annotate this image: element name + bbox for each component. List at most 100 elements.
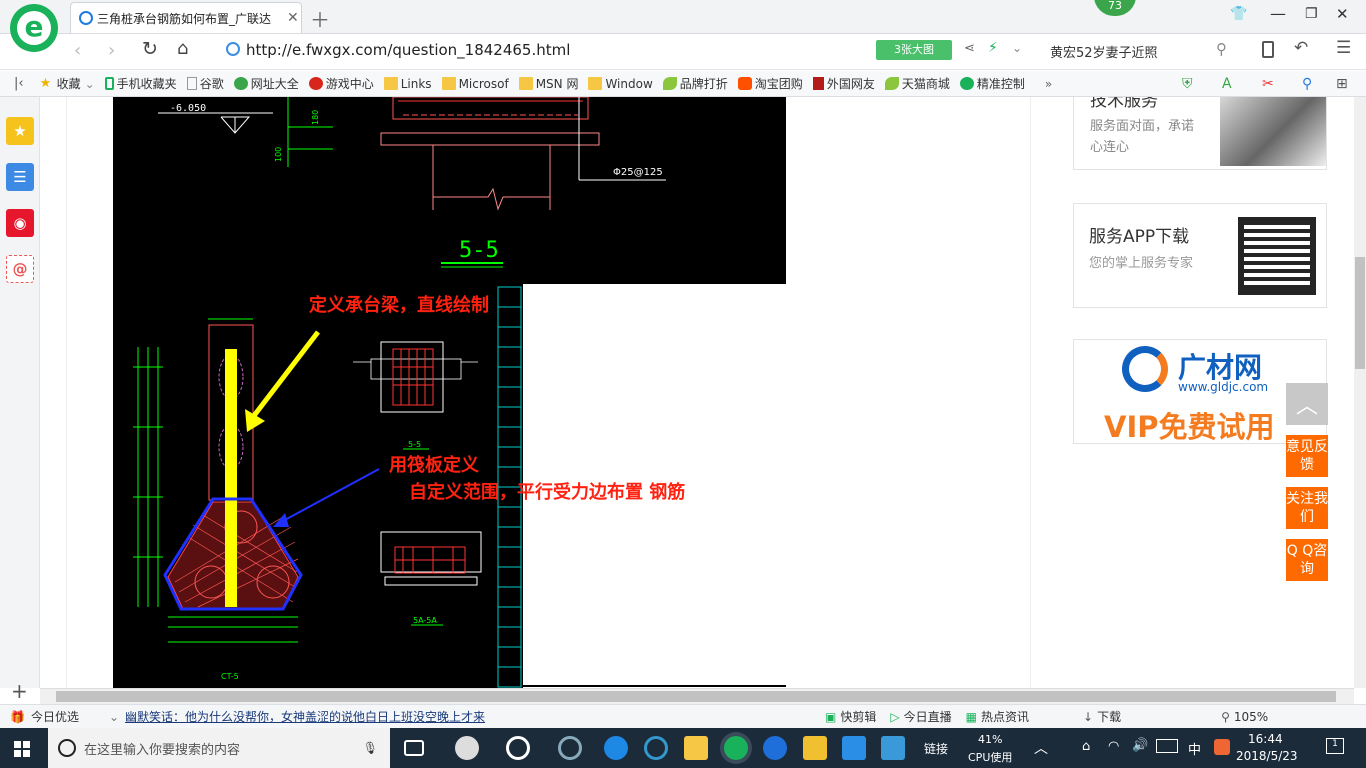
taskbar-search[interactable]: 在这里输入你要搜索的内容 🎙 [48,728,390,768]
search-field[interactable]: 黄宏52岁妻子近照 [1050,42,1210,61]
dimension-label: 100 [274,147,283,162]
mic-icon[interactable]: 🎙 [363,741,378,755]
bookmark-item[interactable]: 淘宝团购 [737,75,803,92]
phone-icon[interactable] [1262,41,1274,58]
scroll-thumb[interactable] [56,691,1336,702]
horizontal-scrollbar[interactable] [40,688,1354,704]
refresh-icon[interactable]: ↻ [142,38,158,60]
tab-close-icon[interactable]: ✕ [287,10,299,26]
maximize-icon[interactable]: ❐ [1305,6,1318,22]
bookmark-item[interactable]: 手机收藏夹 [104,75,177,92]
volume-icon[interactable]: 🔊 [1132,738,1148,753]
internet-explorer-icon[interactable] [644,736,668,760]
edge-icon[interactable] [604,736,628,760]
task-view-icon[interactable] [404,740,424,756]
find-icon[interactable]: ⚲ [1302,76,1312,92]
bookmark-item[interactable]: Links [383,77,432,91]
back-to-top-button[interactable]: ︿ [1286,383,1328,425]
service-card[interactable]: 技术服务 服务面对面，承诺心连心 [1073,97,1327,170]
big-image-button[interactable]: 3张大图 [876,40,952,60]
bookmark-item[interactable]: ★ 收藏 ⌄ [40,75,95,92]
live-link[interactable]: 今日直播 [904,708,952,725]
bookmark-item[interactable]: Window [588,77,653,91]
bookmark-item[interactable]: 天猫商城 [884,75,950,92]
leaf-icon [662,77,677,90]
close-window-icon[interactable]: ✕ [1336,5,1349,23]
hot-news-link[interactable]: 热点资讯 [981,708,1029,725]
bookmark-item[interactable]: 谷歌 [186,75,224,92]
tray-chevron-icon[interactable]: ︿ [1034,738,1048,758]
favorites-icon[interactable]: ★ [6,117,34,145]
weibo-icon[interactable]: ◉ [6,209,34,237]
links-toolbar[interactable]: 链接 [924,740,948,757]
file-explorer-icon[interactable] [684,736,708,760]
sogou-icon[interactable] [1214,739,1230,755]
shield-icon[interactable]: ⛨ [1182,76,1193,92]
360-browser-icon[interactable] [724,736,748,760]
flash-icon[interactable]: ⚡ [988,40,998,56]
mail-icon[interactable]: @ [6,255,34,283]
image-app-icon[interactable] [881,736,905,760]
ime-indicator[interactable]: 中 [1188,739,1201,758]
pinwheel-app-icon[interactable] [455,736,479,760]
home-icon[interactable]: ⌂ [177,38,188,59]
collapse-sidebar-icon[interactable]: |‹ [14,76,24,91]
bookmark-item[interactable]: 外国网友 [812,75,875,92]
chevron-down-icon[interactable]: ⌄ [109,710,119,724]
apps-icon[interactable]: ⊞ [1336,76,1348,92]
reader-icon[interactable]: ☰ [6,163,34,191]
menu-icon[interactable]: ☰ [1336,38,1351,58]
undo-icon[interactable]: ↶ [1294,38,1308,58]
section-sub-label: 5A-5A [413,616,437,625]
qq-consult-button[interactable]: Q Q咨询 [1286,539,1328,581]
minimize-icon[interactable]: — [1270,4,1286,23]
wifi-icon[interactable]: ◠ [1108,739,1119,754]
url-field[interactable]: http://e.fwxgx.com/question_1842465.html [246,41,766,59]
zoom-level[interactable]: 105% [1234,710,1268,724]
dropdown-icon[interactable]: ⌄ [1012,41,1022,55]
download-link[interactable]: 下载 [1097,708,1121,725]
share-icon[interactable]: ⋖ [964,41,975,56]
bookmark-item[interactable]: 游戏中心 [308,75,374,92]
notes-icon[interactable] [803,736,827,760]
feedback-button[interactable]: 意见反馈 [1286,435,1328,477]
new-tab-icon[interactable]: ＋ [310,4,330,33]
bookmark-item[interactable]: 精准控制 [959,75,1025,92]
notification-center-icon[interactable]: 1 [1326,738,1344,754]
folder-icon [441,77,456,90]
bookmark-item[interactable]: MSN 网 [518,75,578,92]
follow-button[interactable]: 关注我们 [1286,487,1328,529]
more-bookmarks-icon[interactable]: » [1045,77,1052,91]
scroll-thumb[interactable] [1355,257,1365,369]
gldjc-logo-icon [1122,346,1168,392]
today-picks-link[interactable]: 今日优选 [31,708,79,725]
browser-logo-icon[interactable]: e [10,4,58,52]
windows-start-icon[interactable] [14,741,30,757]
ie-app-icon[interactable] [506,736,530,760]
skin-icon[interactable]: 👕 [1230,6,1247,22]
bookmark-item[interactable]: Microsof [441,77,509,91]
tab-bar: e 三角桩承台钢筋如何布置_广联达 ✕ ＋ 73 👕 — ❐ ✕ [0,0,1366,52]
plus-app-icon[interactable] [842,736,866,760]
browser-sidebar: ★ ☰ ◉ @ + [0,97,40,703]
kuaijian-link[interactable]: 快剪辑 [840,708,876,725]
search-icon[interactable]: ⚲ [1216,40,1227,58]
bookmark-item[interactable]: 网址大全 [233,75,299,92]
clock-date[interactable]: 2018/5/23 [1236,749,1298,763]
chrome-like-icon[interactable] [558,736,582,760]
glodon-icon[interactable] [763,736,787,760]
back-icon[interactable]: ‹ [74,40,81,61]
news-ticker-link[interactable]: 幽默笑话：他为什么没帮你，女神盖涩的说他白日上班没空晚上才来 [125,708,825,725]
add-sidebar-icon[interactable]: + [11,679,28,703]
vertical-scrollbar[interactable] [1354,97,1366,688]
scissors-icon[interactable]: ✂ [1262,76,1274,92]
bookmark-item[interactable]: 品牌打折 [662,75,728,92]
active-tab[interactable]: 三角桩承台钢筋如何布置_广联达 ✕ [70,2,302,33]
keyboard-icon[interactable] [1156,739,1178,753]
translate-icon[interactable]: A [1222,76,1232,92]
clock-time[interactable]: 16:44 [1248,732,1283,746]
notification-badge[interactable]: 73 [1094,0,1136,16]
network-tray-icon[interactable]: ⌂ [1082,739,1090,754]
forward-icon[interactable]: › [108,40,115,61]
app-download-card[interactable]: 服务APP下载 您的掌上服务专家 [1073,203,1327,308]
